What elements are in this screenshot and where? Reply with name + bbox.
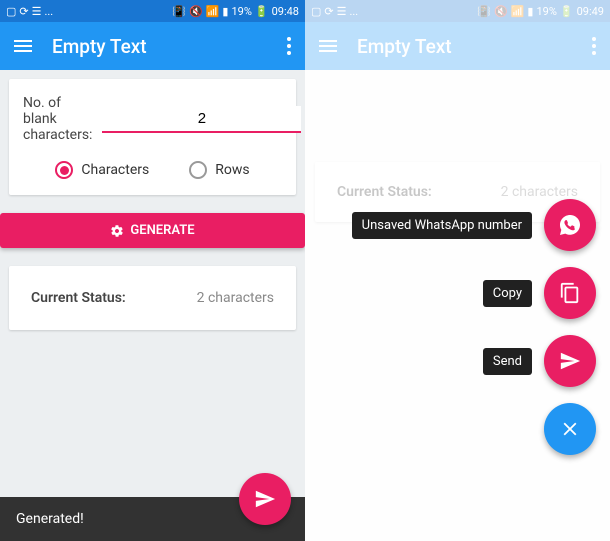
app-title: Empty Text bbox=[357, 35, 592, 58]
clock-text: 09:48 bbox=[272, 5, 299, 18]
vibrate-icon: 📳 bbox=[172, 5, 186, 18]
gear-icon bbox=[110, 224, 124, 238]
whatsapp-icon bbox=[544, 199, 596, 251]
clock-text: 09:49 bbox=[577, 5, 604, 18]
vibrate-icon: 📳 bbox=[477, 5, 491, 18]
radio-label: Rows bbox=[215, 162, 249, 178]
status-value: 2 characters bbox=[197, 290, 274, 306]
count-input[interactable] bbox=[102, 106, 301, 133]
radio-icon bbox=[55, 161, 73, 179]
hamburger-icon[interactable] bbox=[319, 40, 337, 52]
wifi-icon: 📶 bbox=[511, 5, 525, 18]
wifi-icon: 📶 bbox=[206, 5, 220, 18]
mute-icon: 🔇 bbox=[494, 5, 508, 18]
generate-label: GENERATE bbox=[130, 223, 194, 238]
signal-icon: ▮ bbox=[527, 5, 533, 18]
overflow-menu-icon[interactable] bbox=[287, 37, 291, 55]
hamburger-icon[interactable] bbox=[14, 40, 32, 52]
status-bar: ▢ ⟳ ☰ ... 📳 🔇 📶 ▮ 19% 🔋 09:49 bbox=[305, 0, 610, 22]
radio-icon bbox=[189, 161, 207, 179]
radio-label: Characters bbox=[81, 162, 149, 178]
battery-text: 19% bbox=[231, 5, 251, 18]
app-bar: Empty Text bbox=[0, 22, 305, 70]
screen-right: ▢ ⟳ ☰ ... 📳 🔇 📶 ▮ 19% 🔋 09:49 Empty Text… bbox=[305, 0, 610, 541]
close-icon bbox=[559, 418, 581, 440]
radio-characters[interactable]: Characters bbox=[55, 161, 149, 179]
status-icon: ☰ bbox=[32, 5, 42, 18]
status-icon: ☰ bbox=[337, 5, 347, 18]
app-title: Empty Text bbox=[52, 35, 287, 58]
send-icon bbox=[254, 488, 276, 510]
battery-icon: 🔋 bbox=[255, 5, 269, 18]
status-icon: ▢ bbox=[311, 5, 321, 18]
input-card: No. of blank characters: Characters Rows bbox=[9, 79, 296, 195]
send-icon bbox=[544, 335, 596, 387]
status-icon: ▢ bbox=[6, 5, 16, 18]
status-bar: ▢ ⟳ ☰ ... 📳 🔇 📶 ▮ 19% 🔋 09:48 bbox=[0, 0, 305, 22]
input-label: No. of blank characters: bbox=[23, 95, 92, 143]
send-fab[interactable] bbox=[239, 473, 291, 525]
status-label: Current Status: bbox=[337, 184, 432, 200]
close-fab[interactable] bbox=[544, 403, 596, 455]
battery-text: 19% bbox=[536, 5, 556, 18]
screen-left: ▢ ⟳ ☰ ... 📳 🔇 📶 ▮ 19% 🔋 09:48 Empty Text… bbox=[0, 0, 305, 541]
status-icon: ⟳ bbox=[19, 5, 28, 18]
mute-icon: 🔇 bbox=[189, 5, 203, 18]
fab-label: Copy bbox=[483, 280, 532, 307]
radio-rows[interactable]: Rows bbox=[189, 161, 249, 179]
status-ellipsis: ... bbox=[45, 5, 54, 18]
copy-icon bbox=[544, 267, 596, 319]
app-bar: Empty Text bbox=[305, 22, 610, 70]
battery-icon: 🔋 bbox=[560, 5, 574, 18]
fab-item-whatsapp[interactable]: Unsaved WhatsApp number bbox=[352, 199, 596, 251]
snackbar-text: Generated! bbox=[16, 511, 84, 527]
fab-label: Unsaved WhatsApp number bbox=[352, 212, 532, 239]
status-icon: ⟳ bbox=[324, 5, 333, 18]
generate-button[interactable]: GENERATE bbox=[0, 213, 305, 248]
signal-icon: ▮ bbox=[222, 5, 228, 18]
status-card: Current Status: 2 characters bbox=[9, 266, 296, 330]
status-label: Current Status: bbox=[31, 290, 126, 306]
fab-label: Send bbox=[483, 348, 532, 375]
fab-item-send[interactable]: Send bbox=[483, 335, 596, 387]
status-ellipsis: ... bbox=[350, 5, 359, 18]
overflow-menu-icon[interactable] bbox=[592, 37, 596, 55]
fab-item-copy[interactable]: Copy bbox=[483, 267, 596, 319]
status-value: 2 characters bbox=[501, 184, 578, 200]
